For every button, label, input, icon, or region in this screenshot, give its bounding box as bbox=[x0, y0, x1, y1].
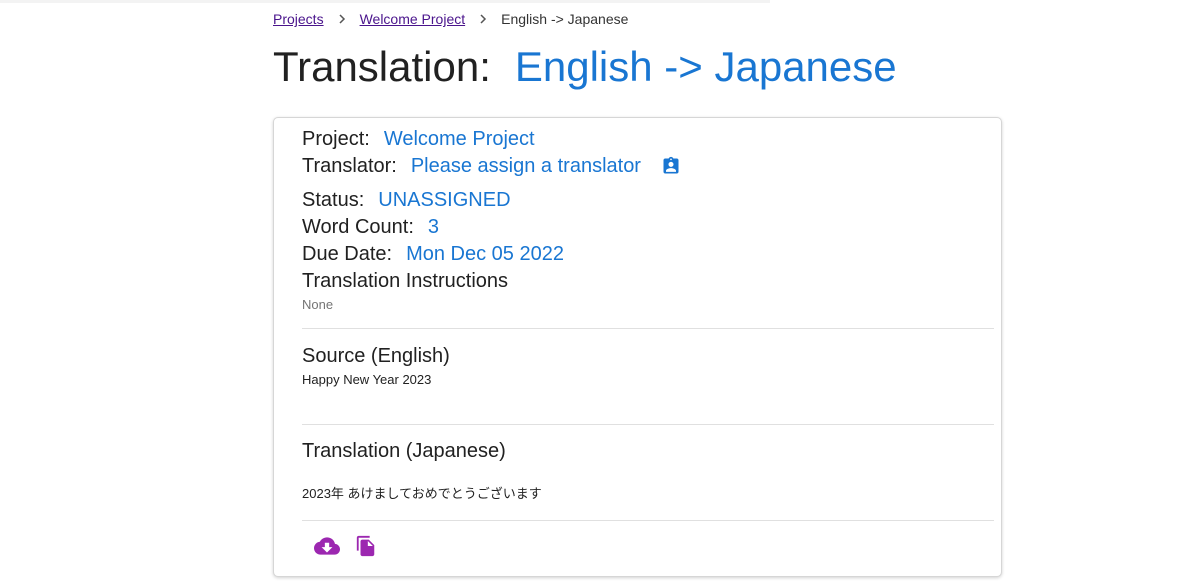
translation-text: 2023年 あけましておめでとうございます bbox=[302, 486, 542, 501]
page-title: Translation: English -> Japanese bbox=[273, 41, 897, 93]
chevron-right-icon bbox=[478, 14, 488, 24]
chevron-right-icon bbox=[337, 14, 347, 24]
project-label: Project: bbox=[302, 128, 370, 150]
status-label: Status: bbox=[302, 189, 365, 211]
project-link[interactable]: Welcome Project bbox=[384, 127, 535, 151]
top-bar-edge bbox=[0, 0, 770, 3]
source-text: Happy New Year 2023 bbox=[302, 372, 432, 387]
breadcrumb-project-link[interactable]: Welcome Project bbox=[360, 11, 466, 27]
due-date-field: Due Date: Mon Dec 05 2022 bbox=[302, 242, 564, 266]
translation-details-card: Project: Welcome Project Translator: Ple… bbox=[273, 117, 1002, 577]
word-count-label: Word Count: bbox=[302, 216, 414, 238]
cloud-download-icon[interactable] bbox=[311, 533, 343, 559]
source-heading: Source (English) bbox=[302, 345, 450, 367]
breadcrumb-current: English -> Japanese bbox=[501, 11, 629, 27]
breadcrumb: Projects Welcome Project English -> Japa… bbox=[273, 11, 628, 27]
divider bbox=[302, 328, 994, 329]
word-count-field: Word Count: 3 bbox=[302, 215, 439, 239]
due-date-label: Due Date: bbox=[302, 243, 393, 265]
page-title-language-pair: English -> Japanese bbox=[514, 43, 897, 90]
assign-translator-icon[interactable] bbox=[661, 156, 681, 176]
instructions-heading: Translation Instructions bbox=[302, 270, 509, 292]
page-title-label: Translation: bbox=[273, 43, 491, 90]
instructions-value: None bbox=[302, 297, 334, 312]
divider bbox=[302, 424, 994, 425]
word-count-value: 3 bbox=[427, 216, 440, 238]
translation-heading: Translation (Japanese) bbox=[302, 440, 506, 462]
assign-translator-link[interactable]: Please assign a translator bbox=[411, 154, 641, 178]
action-bar bbox=[311, 533, 377, 559]
divider bbox=[302, 520, 994, 521]
translator-field: Translator: Please assign a translator bbox=[302, 154, 681, 178]
status-field: Status: UNASSIGNED bbox=[302, 188, 511, 212]
copy-icon[interactable] bbox=[355, 534, 377, 558]
breadcrumb-projects-link[interactable]: Projects bbox=[273, 11, 324, 27]
status-value: UNASSIGNED bbox=[378, 189, 511, 211]
translator-label: Translator: bbox=[302, 155, 397, 177]
due-date-value: Mon Dec 05 2022 bbox=[406, 243, 564, 265]
project-field: Project: Welcome Project bbox=[302, 127, 535, 151]
